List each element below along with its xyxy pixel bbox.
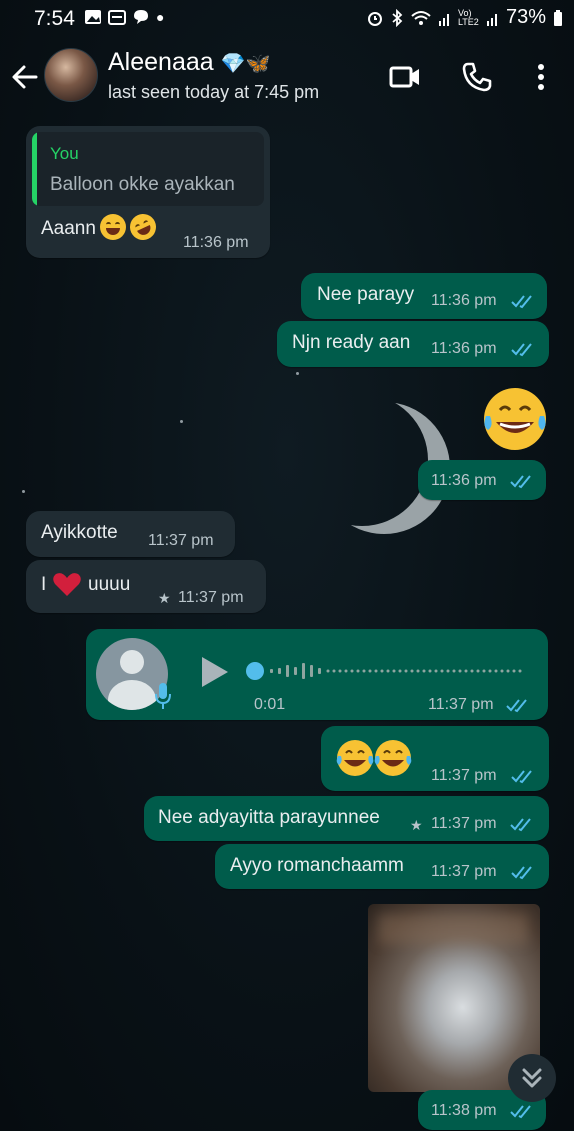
wallpaper-star — [180, 420, 183, 423]
seek-handle[interactable] — [246, 662, 264, 680]
wallpaper-star — [296, 372, 299, 375]
message-text: Nee parayy — [317, 284, 415, 305]
read-ticks-icon — [510, 818, 531, 832]
message-incoming[interactable]: Ayikkotte 11:37 pm — [26, 511, 235, 557]
chat-header: Aleenaaa 💎🦋 last seen today at 7:45 pm — [0, 36, 574, 120]
message-time: 11:36 pm — [431, 340, 497, 357]
quote-text: Balloon okke ayakkan — [50, 174, 235, 195]
voice-message[interactable]: 0:01 11:37 pm — [86, 629, 548, 720]
message-time: 11:36 pm — [431, 472, 497, 489]
gallery-icon — [85, 10, 101, 24]
message-time: 11:37 pm — [428, 696, 494, 713]
message-time: 11:37 pm — [431, 815, 497, 832]
video-call-icon[interactable] — [388, 60, 422, 94]
message-incoming[interactable]: I uuuu ★ 11:37 pm — [26, 560, 266, 613]
message-text-after: uuuu — [88, 574, 131, 595]
quoted-message[interactable]: You Balloon okke ayakkan — [32, 132, 264, 206]
message-outgoing[interactable]: Njn ready aan 11:36 pm — [277, 321, 549, 367]
read-ticks-icon — [510, 1105, 531, 1119]
rolling-laughing-emoji-icon — [125, 209, 161, 245]
signal-icon-2 — [486, 13, 497, 26]
contact-name-row[interactable]: Aleenaaa 💎🦋 — [108, 48, 270, 77]
message-time: 11:37 pm — [178, 589, 244, 606]
signal-icon — [438, 13, 449, 26]
system-icons: Vo) LTE2 73% — [366, 6, 564, 29]
back-arrow-icon[interactable] — [8, 60, 42, 94]
quote-author: You — [50, 144, 79, 163]
status-time: 7:54 — [34, 7, 75, 30]
calendar-icon — [108, 10, 126, 25]
waveform[interactable] — [266, 659, 528, 683]
wallpaper-star — [22, 490, 25, 493]
message-time: 11:38 pm — [431, 1102, 497, 1119]
more-options-icon[interactable] — [524, 60, 558, 94]
voice-duration: 0:01 — [254, 696, 286, 713]
chat-icon — [134, 10, 148, 24]
scroll-to-bottom-button[interactable] — [508, 1054, 556, 1102]
message-outgoing[interactable]: 11:37 pm — [321, 726, 549, 791]
read-ticks-icon — [511, 866, 532, 880]
message-outgoing-time[interactable]: 11:36 pm — [418, 460, 546, 500]
message-time: 11:36 pm — [183, 234, 249, 251]
message-outgoing[interactable]: Nee adyayitta parayunnee ★ 11:37 pm — [144, 796, 549, 841]
quote-bar — [32, 132, 37, 206]
message-text: Ayikkotte — [41, 522, 118, 543]
status-bar: 7:54 ● Vo) LTE2 73% — [0, 0, 574, 36]
name-emojis: 💎🦋 — [220, 53, 271, 75]
message-text: Nee adyayitta parayunnee — [158, 807, 380, 828]
last-seen-status: last seen today at 7:45 pm — [108, 82, 320, 102]
message-time: 11:36 pm — [431, 292, 497, 309]
battery-icon — [554, 9, 562, 26]
message-time: 11:37 pm — [431, 767, 497, 784]
battery-percent: 73% — [505, 6, 546, 28]
message-time: 11:37 pm — [431, 863, 497, 880]
read-ticks-icon — [511, 295, 532, 309]
big-emoji-message[interactable] — [480, 386, 550, 452]
more-notifications-dot: ● — [156, 9, 165, 25]
phone-icon[interactable] — [460, 60, 494, 94]
message-text: Ayyo romanchaamm — [230, 855, 404, 876]
message-outgoing[interactable]: Nee parayy 11:36 pm — [301, 273, 547, 319]
contact-avatar[interactable] — [44, 48, 98, 102]
network-type: Vo) LTE2 — [457, 7, 479, 27]
laughing-emoji-icon — [100, 214, 126, 240]
read-ticks-icon — [506, 699, 527, 713]
bluetooth-icon — [392, 8, 403, 27]
alarm-icon — [367, 11, 382, 26]
face-with-tears-of-joy-icon — [336, 740, 412, 776]
red-heart-icon — [53, 573, 81, 596]
read-ticks-icon — [510, 475, 531, 489]
double-chevron-down-icon — [522, 1068, 542, 1088]
starred-icon: ★ — [410, 817, 423, 833]
message-time: 11:37 pm — [148, 532, 214, 549]
message-incoming[interactable]: You Balloon okke ayakkan Aaann 11:36 pm — [26, 126, 270, 258]
read-ticks-icon — [511, 343, 532, 357]
microphone-icon — [155, 683, 171, 709]
play-icon[interactable] — [198, 655, 230, 689]
face-with-tears-of-joy-icon — [484, 388, 546, 450]
message-text: Njn ready aan — [292, 332, 411, 353]
message-text-before: I — [41, 574, 47, 595]
message-text: Aaann — [41, 218, 96, 239]
read-ticks-icon — [511, 770, 532, 784]
contact-name: Aleenaaa — [108, 48, 214, 76]
wifi-icon — [411, 10, 431, 25]
notification-icons: ● — [84, 8, 164, 26]
message-outgoing[interactable]: Ayyo romanchaamm 11:37 pm — [215, 844, 549, 889]
starred-icon: ★ — [158, 590, 171, 606]
